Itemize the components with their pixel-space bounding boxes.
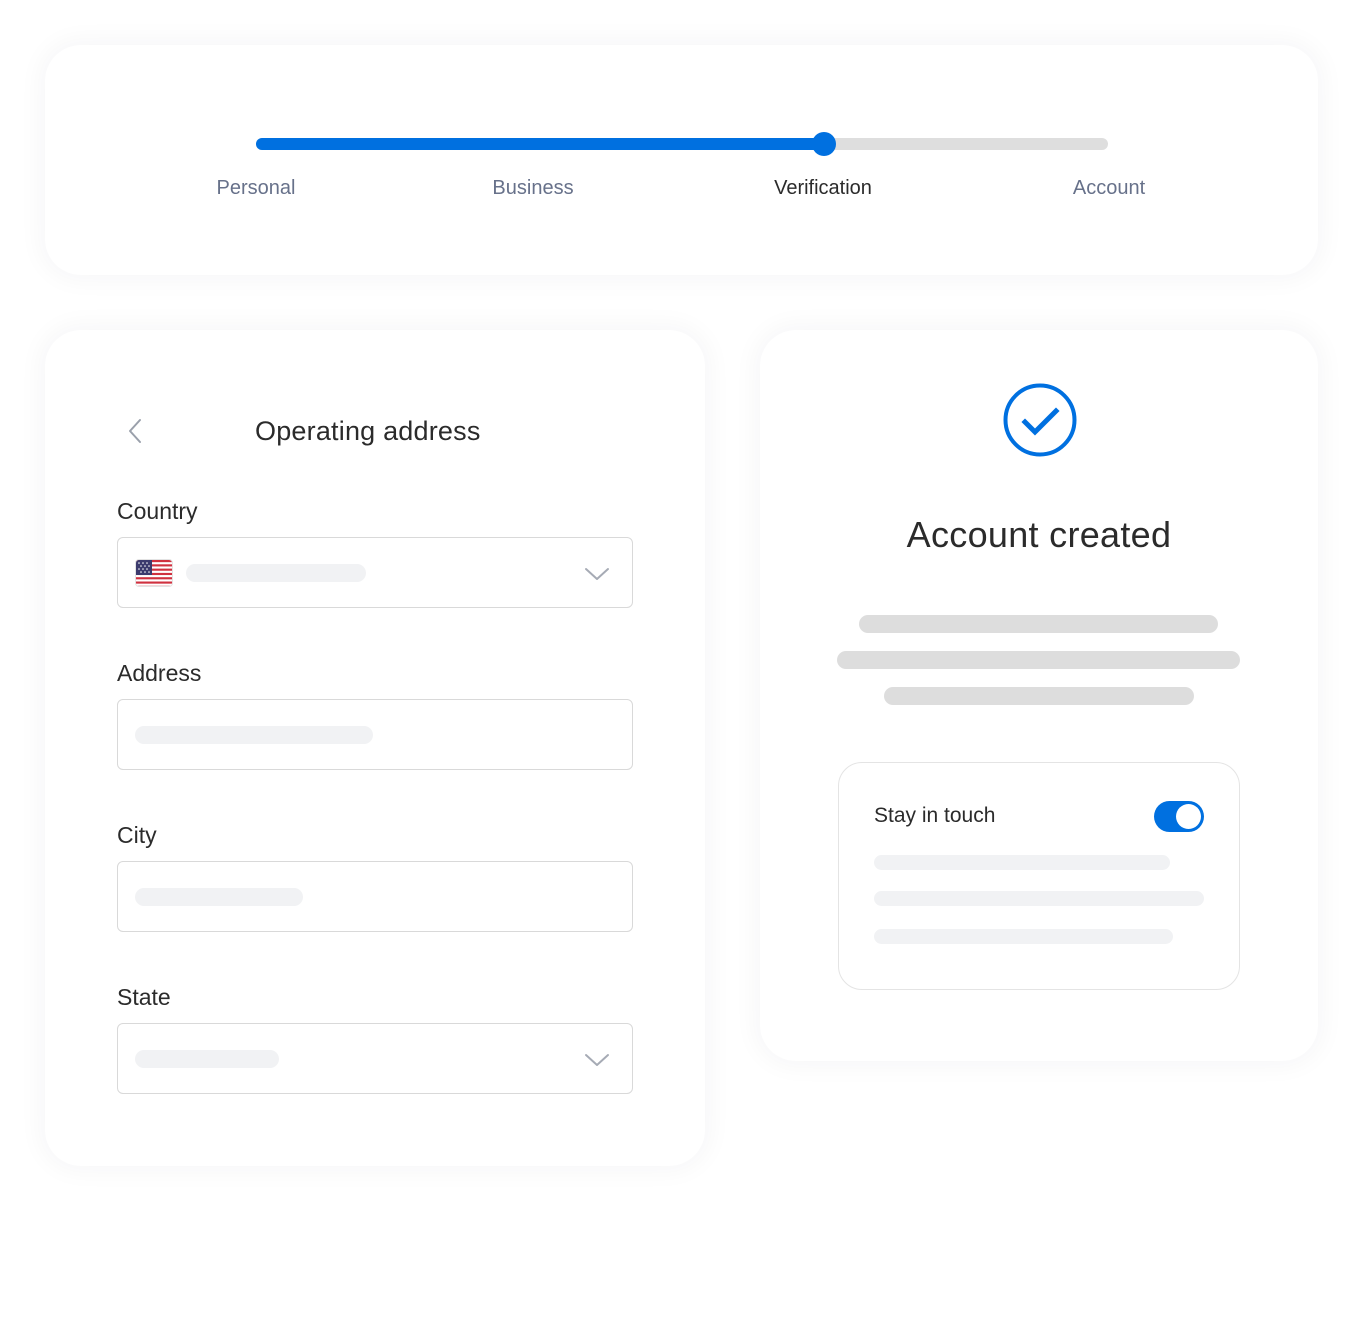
operating-address-card: Operating address Country Address City S… [45, 330, 705, 1166]
description-placeholder-line [837, 651, 1240, 669]
stay-in-touch-toggle[interactable] [1154, 801, 1204, 832]
progress-stepper-card: Personal Business Verification Account [45, 45, 1318, 275]
chevron-down-icon [585, 1054, 609, 1066]
back-button[interactable] [123, 416, 147, 446]
description-placeholder-line [859, 615, 1218, 633]
page-title: Operating address [255, 416, 481, 446]
step-business[interactable]: Business [492, 177, 573, 200]
step-personal[interactable]: Personal [217, 177, 296, 200]
chevron-left-icon [129, 419, 141, 443]
city-label: City [117, 822, 157, 848]
success-title: Account created [906, 514, 1172, 555]
address-value-placeholder [135, 726, 373, 744]
account-created-card: Account created Stay in touch [760, 330, 1318, 1061]
state-label: State [117, 984, 171, 1010]
description-placeholder-line [884, 687, 1194, 705]
progress-track [256, 132, 1108, 156]
progress-fill [256, 138, 825, 150]
country-select[interactable] [117, 537, 633, 608]
chevron-down-icon [585, 568, 609, 580]
step-account[interactable]: Account [1073, 177, 1145, 200]
city-value-placeholder [135, 888, 303, 906]
address-label: Address [117, 660, 202, 686]
check-circle-icon [1003, 383, 1077, 457]
us-flag-icon [135, 559, 173, 587]
progress-current-step-marker[interactable] [812, 132, 837, 156]
preference-placeholder-line [874, 891, 1204, 906]
step-verification[interactable]: Verification [774, 177, 872, 200]
preference-placeholder-line [874, 855, 1170, 870]
country-label: Country [117, 498, 198, 524]
country-value-placeholder [186, 564, 366, 582]
toggle-knob [1176, 804, 1201, 829]
stay-in-touch-panel: Stay in touch [838, 762, 1240, 990]
state-select[interactable] [117, 1023, 633, 1094]
address-input[interactable] [117, 699, 633, 770]
stay-in-touch-label: Stay in touch [874, 804, 996, 827]
state-value-placeholder [135, 1050, 279, 1068]
preference-placeholder-line [874, 929, 1173, 944]
city-input[interactable] [117, 861, 633, 932]
